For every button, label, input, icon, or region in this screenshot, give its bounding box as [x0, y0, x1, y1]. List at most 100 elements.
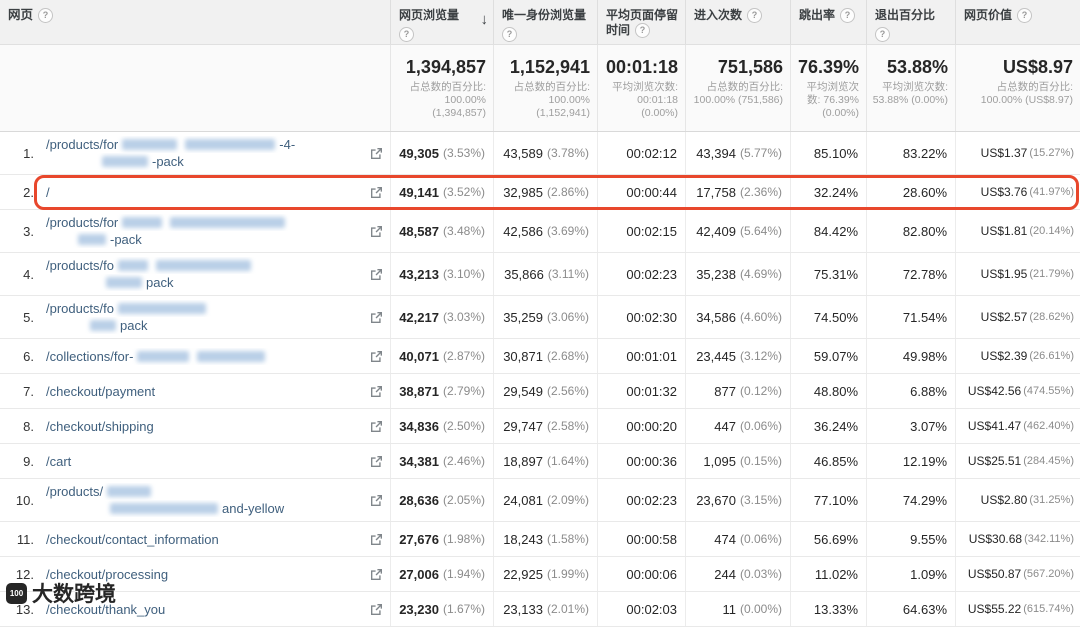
column-header-entrances[interactable]: 进入次数? [685, 0, 790, 44]
page-path-link[interactable]: /products/for [46, 214, 363, 231]
open-in-new-icon[interactable] [371, 420, 382, 432]
pageviews-cell: 34,381 (2.46%) [390, 444, 493, 478]
open-in-new-icon[interactable] [371, 311, 382, 323]
page-path: /checkout/payment [46, 383, 363, 400]
pageviews-cell-value: 27,006 [399, 566, 439, 582]
entrances-cell: 447 (0.06%) [685, 409, 790, 443]
avg-time-cell-value: 00:00:06 [626, 566, 677, 582]
help-icon[interactable]: ? [635, 23, 651, 38]
open-in-new-icon[interactable] [371, 350, 382, 362]
open-in-new-icon[interactable] [371, 186, 382, 198]
open-in-new-icon[interactable] [371, 603, 382, 615]
page-path-link[interactable]: /products/ [46, 483, 363, 500]
page-path-link[interactable]: -pack [46, 231, 363, 248]
pageviews-cell-percent: (3.10%) [442, 267, 485, 281]
page-value-cell: US$50.87 (567.20%) [955, 557, 1080, 591]
open-in-new-icon[interactable] [371, 533, 382, 545]
page-path-link[interactable]: /checkout/shipping [46, 418, 363, 435]
unique-pageviews-cell-value: 35,866 [504, 266, 544, 282]
summary-subtext: 平均浏览次数: 00:01:18 (0.00%) [612, 81, 678, 119]
entrances-cell: 23,670 (3.15%) [685, 479, 790, 521]
open-in-new-icon[interactable] [371, 568, 382, 580]
help-icon[interactable]: ? [840, 8, 856, 23]
entrances-cell-value: 1,095 [703, 453, 736, 469]
open-in-new-icon[interactable] [371, 147, 382, 159]
pageviews-cell-value: 28,636 [399, 492, 439, 508]
page-path-link[interactable]: /checkout/payment [46, 383, 363, 400]
help-icon[interactable]: ? [399, 27, 414, 42]
redacted-text [117, 303, 206, 314]
summary-value: 751,586 [717, 57, 783, 77]
column-header-page[interactable]: 网页? [0, 0, 390, 44]
page-path-link[interactable]: /products/fo [46, 257, 363, 274]
bounce-rate-cell-value: 75.31% [813, 266, 858, 282]
page-path-link[interactable]: /checkout/contact_information [46, 531, 363, 548]
open-in-new-icon[interactable] [371, 385, 382, 397]
table-row: 6./collections/for- 40,071 (2.87%) 30,871 (2… [0, 339, 1080, 374]
exit-percent-cell: 1.09% [866, 557, 955, 591]
page-path-text: /products/fo [46, 301, 114, 316]
summary-page-cell [0, 45, 390, 131]
page-cell: 4. /products/fo pack [0, 253, 390, 295]
entrances-cell-percent: (0.06%) [739, 419, 782, 433]
entrances-cell: 877 (0.12%) [685, 374, 790, 408]
page-path-text: pack [146, 275, 174, 290]
page-value-cell: US$2.80 (31.25%) [955, 479, 1080, 521]
unique-pageviews-cell-percent: (1.64%) [546, 454, 589, 468]
exit-percent-cell: 82.80% [866, 210, 955, 252]
column-header-unique-pageviews[interactable]: 唯一身份浏览量? [493, 0, 597, 44]
entrances-cell-value: 23,445 [696, 348, 736, 364]
column-label: 唯一身份浏览量 [502, 8, 587, 22]
column-header-bounce-rate[interactable]: 跳出率? [790, 0, 866, 44]
summary-subtext: 占总数的百分比: 100.00% (1,152,941) [513, 81, 590, 119]
entrances-cell-percent: (0.06%) [739, 532, 782, 546]
unique-pageviews-cell: 32,985 (2.86%) [493, 175, 597, 209]
page-value-cell-percent: (31.25%) [1029, 494, 1074, 506]
exit-percent-cell-value: 6.88% [910, 383, 947, 399]
avg-time-cell: 00:01:32 [597, 374, 685, 408]
exit-percent-cell-value: 82.80% [902, 223, 947, 239]
page-path-link[interactable]: pack [46, 274, 363, 291]
bounce-rate-cell-value: 13.33% [813, 601, 858, 617]
column-header-exit-percent[interactable]: 退出百分比? [866, 0, 955, 44]
page-path-link[interactable]: /cart [46, 453, 363, 470]
help-icon[interactable]: ? [502, 27, 517, 42]
entrances-cell-value: 447 [714, 418, 736, 434]
page-path: /products/fo pack [46, 257, 363, 291]
avg-time-cell-value: 00:02:12 [626, 145, 677, 161]
page-path-link[interactable]: /products/for -4- [46, 136, 363, 153]
analytics-table: 网页? 网页浏览量? ↓ 唯一身份浏览量? 平均页面停留时间? 进入次数? 跳出… [0, 0, 1080, 627]
page-path-link[interactable]: / [46, 184, 363, 201]
page-path-link[interactable]: /collections/for- [46, 348, 363, 365]
page-path-link[interactable]: -pack [46, 153, 363, 170]
unique-pageviews-cell-value: 18,243 [503, 531, 543, 547]
exit-percent-cell: 3.07% [866, 409, 955, 443]
open-in-new-icon[interactable] [371, 494, 382, 506]
help-icon[interactable]: ? [875, 27, 890, 42]
avg-time-cell: 00:02:23 [597, 479, 685, 521]
sort-descending-icon[interactable]: ↓ [481, 12, 489, 27]
pageviews-cell-value: 38,871 [399, 383, 439, 399]
help-icon[interactable]: ? [1017, 8, 1033, 23]
pageviews-cell-value: 43,213 [399, 266, 439, 282]
page-path-link[interactable]: /products/fo [46, 300, 363, 317]
help-icon[interactable]: ? [38, 8, 54, 23]
open-in-new-icon[interactable] [371, 455, 382, 467]
page-path-link[interactable]: pack [46, 317, 363, 334]
pageviews-cell: 49,141 (3.52%) [390, 175, 493, 209]
help-icon[interactable]: ? [747, 8, 763, 23]
entrances-cell-value: 877 [714, 383, 736, 399]
open-in-new-icon[interactable] [371, 268, 382, 280]
page-value-cell-percent: (20.14%) [1029, 225, 1074, 237]
column-header-pageviews[interactable]: 网页浏览量? ↓ [390, 0, 493, 44]
unique-pageviews-cell: 42,586 (3.69%) [493, 210, 597, 252]
bounce-rate-cell-value: 32.24% [813, 184, 858, 200]
column-header-avg-time-on-page[interactable]: 平均页面停留时间? [597, 0, 685, 44]
page-path-link[interactable]: and-yellow [46, 500, 363, 517]
column-header-page-value[interactable]: 网页价值? [955, 0, 1080, 44]
avg-time-cell-value: 00:00:20 [626, 418, 677, 434]
open-in-new-icon[interactable] [371, 225, 382, 237]
pageviews-cell-percent: (1.94%) [442, 567, 485, 581]
exit-percent-cell-value: 1.09% [910, 566, 947, 582]
redacted-text [122, 139, 178, 150]
